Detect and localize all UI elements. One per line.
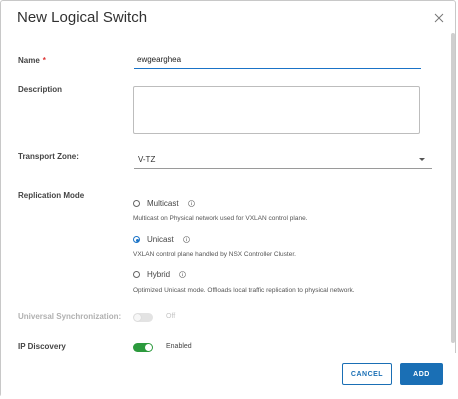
- radio-unicast[interactable]: Unicast: [133, 235, 190, 244]
- multicast-hint: Multicast on Physical network used for V…: [133, 215, 308, 222]
- radio-label: Multicast: [147, 199, 179, 208]
- radio-label: Unicast: [147, 235, 174, 244]
- hybrid-hint: Optimized Unicast mode. Offloads local t…: [133, 287, 355, 294]
- transport-zone-value: V-TZ: [138, 155, 156, 164]
- add-button[interactable]: ADD: [400, 363, 443, 385]
- unicast-hint: VXLAN control plane handled by NSX Contr…: [133, 251, 296, 258]
- replication-mode-label: Replication Mode: [18, 191, 85, 200]
- radio-multicast[interactable]: Multicast: [133, 199, 195, 208]
- ip-discovery-toggle[interactable]: [133, 343, 153, 352]
- radio-button[interactable]: [133, 200, 140, 207]
- radio-button[interactable]: [133, 271, 140, 278]
- info-icon[interactable]: [187, 200, 195, 207]
- universal-sync-state: Off: [166, 313, 176, 320]
- name-input[interactable]: [134, 53, 421, 69]
- chevron-down-icon: [419, 158, 425, 161]
- ip-discovery-label: IP Discovery: [18, 342, 66, 351]
- toggle-knob: [134, 314, 141, 321]
- dialog-title: New Logical Switch: [17, 9, 148, 26]
- description-field[interactable]: [133, 86, 420, 134]
- universal-sync-label: Universal Synchronization:: [18, 312, 122, 321]
- info-icon[interactable]: [179, 271, 186, 278]
- name-label: Name *: [18, 56, 46, 65]
- info-icon[interactable]: [182, 236, 190, 243]
- required-mark: *: [42, 56, 46, 65]
- radio-label: Hybrid: [147, 270, 171, 279]
- transport-zone-select[interactable]: V-TZ: [134, 152, 432, 169]
- ip-discovery-state: Enabled: [166, 343, 192, 350]
- radio-button[interactable]: [133, 236, 140, 243]
- universal-sync-toggle: [133, 313, 153, 322]
- scrollbar[interactable]: [451, 33, 455, 343]
- new-logical-switch-dialog: New Logical Switch Name* Description Tra…: [0, 0, 457, 398]
- transport-zone-label: Transport Zone:: [18, 152, 79, 161]
- close-icon[interactable]: [433, 12, 445, 24]
- toggle-knob: [145, 344, 152, 351]
- description-label: Description: [18, 85, 63, 94]
- cancel-button[interactable]: CANCEL: [342, 363, 392, 385]
- radio-hybrid[interactable]: Hybrid: [133, 270, 186, 279]
